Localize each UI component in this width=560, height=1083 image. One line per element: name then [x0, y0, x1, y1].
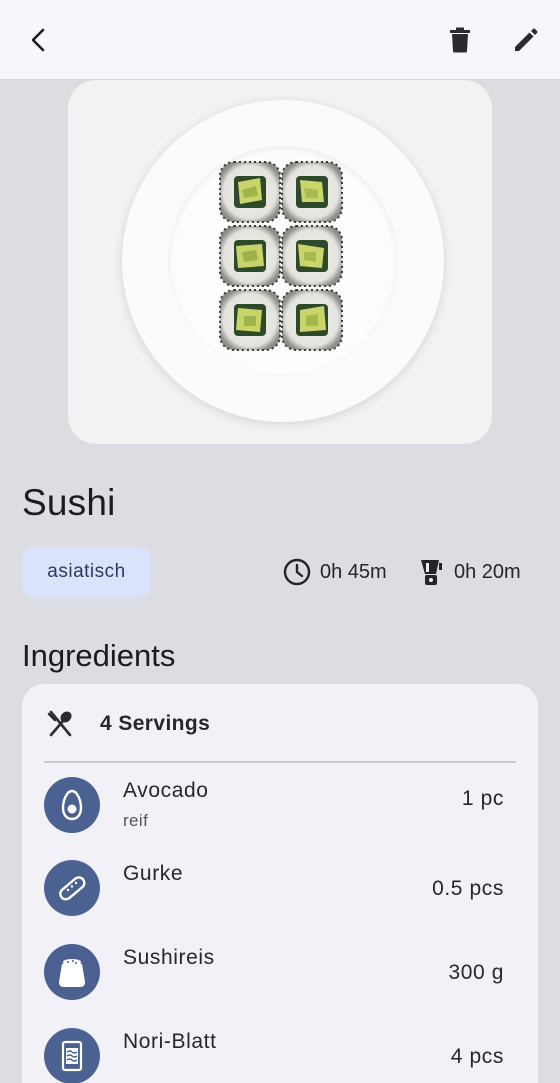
ingredient-name: Sushireis	[123, 946, 215, 969]
clock-icon	[283, 558, 311, 586]
total-time-value: 0h 45m	[320, 560, 387, 583]
ingredient-item[interactable]: Nori-Blatt 4 pcs	[44, 1028, 516, 1083]
blender-icon	[421, 560, 442, 585]
prep-time: 0h 20m	[416, 556, 521, 588]
edit-button[interactable]	[502, 16, 550, 64]
total-time: 0h 45m	[282, 556, 387, 588]
ingredient-quantity: 0.5 pcs	[432, 877, 504, 900]
ingredient-item[interactable]: Avocado reif 1 pc	[44, 777, 516, 837]
avocado-icon	[61, 789, 83, 821]
utensils-icon	[47, 710, 72, 737]
ingredient-name: Avocado	[123, 779, 209, 802]
ingredient-quantity: 300 g	[448, 961, 504, 984]
sushi-rolls-image	[219, 161, 343, 351]
pencil-icon	[515, 28, 538, 51]
divider	[44, 761, 516, 763]
trash-icon	[450, 27, 470, 53]
cucumber-icon	[59, 876, 86, 901]
arrow-back-icon	[31, 28, 45, 52]
ingredient-name: Gurke	[123, 862, 184, 885]
ingredient-quantity: 1 pc	[461, 787, 504, 810]
delete-button[interactable]	[436, 16, 484, 64]
category-tag[interactable]: asiatisch	[22, 547, 151, 597]
ingredient-note: reif	[123, 811, 149, 830]
ingredients-heading: Ingredients	[22, 638, 176, 673]
rice-bag-icon	[59, 959, 85, 987]
back-button[interactable]	[15, 16, 63, 64]
servings-label: 4 Servings	[100, 712, 211, 735]
ingredient-quantity: 4 pcs	[450, 1045, 504, 1068]
ingredients-card: 4 Servings Avocado reif 1 pc Gurke 0.5 p…	[22, 684, 538, 1083]
ingredient-item[interactable]: Gurke 0.5 pcs	[44, 860, 516, 920]
ingredient-item[interactable]: Sushireis 300 g	[44, 944, 516, 1004]
servings-row[interactable]: 4 Servings	[46, 706, 210, 742]
top-app-bar	[0, 0, 560, 80]
recipe-photo	[68, 80, 492, 444]
nori-pack-icon	[61, 1040, 83, 1072]
ingredient-name: Nori-Blatt	[123, 1030, 217, 1053]
prep-time-value: 0h 20m	[454, 560, 521, 583]
recipe-title: Sushi	[22, 482, 116, 523]
